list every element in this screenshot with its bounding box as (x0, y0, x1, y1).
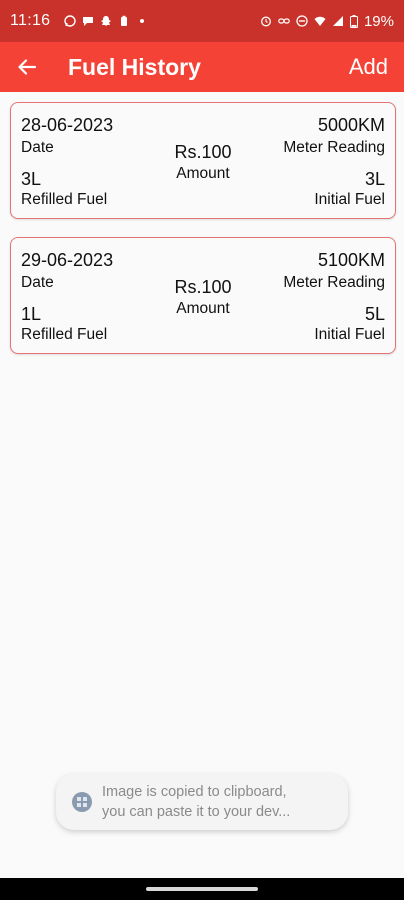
add-button[interactable]: Add (349, 54, 388, 80)
battery-percentage: 19% (363, 12, 394, 30)
battery-icon (349, 14, 358, 28)
meter-reading-label: Meter Reading (283, 139, 385, 156)
home-gesture-handle[interactable] (146, 887, 258, 891)
chat-icon (83, 17, 94, 26)
page-title: Fuel History (68, 53, 201, 80)
status-bar: 11:16 19% (0, 0, 404, 42)
toast-line-2: you can paste it to your dev... (102, 804, 291, 820)
do-not-disturb-icon (296, 15, 308, 27)
status-right: 19% (260, 13, 394, 30)
entry-meter-reading: 5100KM (317, 250, 385, 270)
meter-reading-label: Meter Reading (283, 274, 385, 291)
entry-meter-reading: 5000KM (317, 115, 385, 135)
navigation-bar (0, 878, 404, 900)
status-left: 11:16 (10, 12, 148, 30)
refilled-fuel-label: Refilled Fuel (21, 191, 108, 208)
entry-date: 29-06-2023 (21, 250, 114, 270)
wifi-icon (314, 16, 326, 26)
entry-date: 28-06-2023 (21, 115, 114, 135)
amount-label: Amount (176, 300, 230, 317)
back-button[interactable] (0, 42, 54, 92)
status-time: 11:16 (10, 12, 51, 29)
link-icon (278, 18, 290, 24)
signal-icon (332, 16, 343, 26)
entry-initial-fuel: 3L (364, 169, 385, 189)
fuel-entry-card[interactable]: 28-06-2023 Date 3L Refilled Fuel Rs.100 … (10, 102, 396, 219)
amount-label: Amount (176, 165, 230, 182)
app-bar: Fuel History Add (0, 42, 404, 92)
notification-icons (64, 15, 148, 27)
initial-fuel-label: Initial Fuel (314, 191, 385, 208)
initial-fuel-label: Initial Fuel (314, 326, 385, 343)
whatsapp-icon (64, 15, 77, 27)
fuel-entry-card[interactable]: 29-06-2023 Date 1L Refilled Fuel Rs.100 … (10, 237, 396, 354)
snapchat-icon (101, 16, 112, 26)
toast-line-1: Image is copied to clipboard, (102, 784, 287, 800)
arrow-back-icon (18, 59, 36, 75)
app-icon (72, 792, 92, 812)
clipboard-toast: Image is copied to clipboard, you can pa… (56, 774, 348, 830)
fuel-history-list: 28-06-2023 Date 3L Refilled Fuel Rs.100 … (0, 102, 404, 372)
dot-icon (140, 19, 145, 23)
battery-saver-icon (121, 15, 128, 26)
alarm-icon (261, 16, 271, 27)
toast-message: Image is copied to clipboard, you can pa… (102, 782, 290, 822)
entry-initial-fuel: 5L (364, 304, 385, 324)
refilled-fuel-label: Refilled Fuel (21, 326, 108, 343)
